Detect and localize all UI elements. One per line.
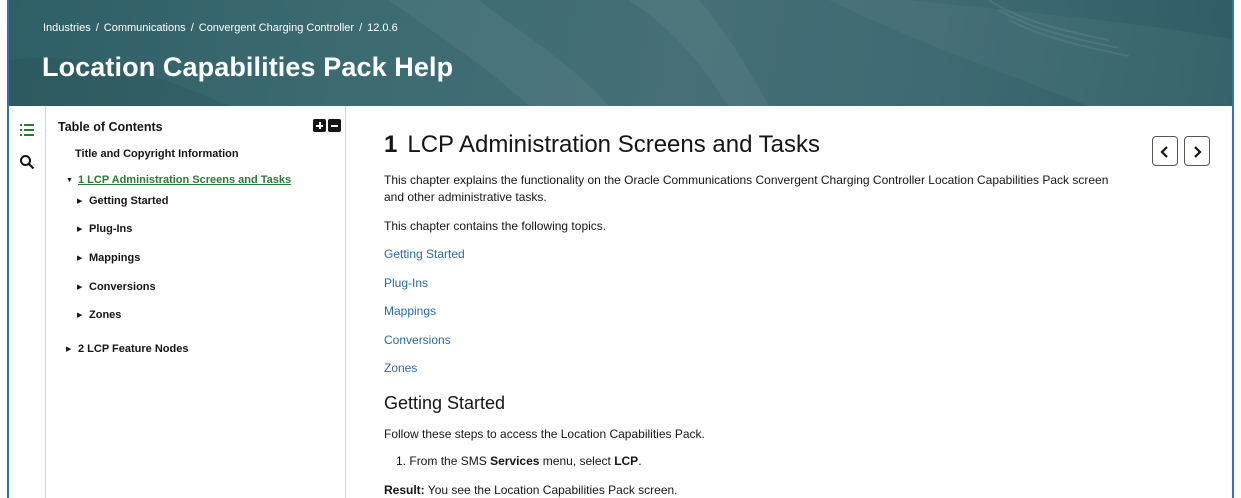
section-heading: Getting Started <box>384 393 506 413</box>
side-rail <box>9 106 46 498</box>
toc-item-label: 2 LCP Feature Nodes <box>78 343 189 355</box>
toc-tools <box>313 119 341 132</box>
toc-item-label: Zones <box>89 309 122 321</box>
topics-intro: This chapter contains the following topi… <box>384 219 607 233</box>
caret-down-icon[interactable]: ▼ <box>66 177 78 184</box>
caret-right-icon[interactable]: ▶ <box>77 311 89 319</box>
breadcrumb-version[interactable]: 12.0.6 <box>367 22 398 34</box>
breadcrumb: Industries / Communications / Convergent Cha… <box>43 22 398 34</box>
breadcrumb-convergent-charging-controller[interactable]: Convergent Charging Controller <box>199 22 354 34</box>
link-zones[interactable]: Zones <box>384 361 417 375</box>
step-text: menu, select <box>542 454 611 468</box>
next-page-button[interactable] <box>1184 136 1210 166</box>
link-conversions[interactable]: Conversions <box>384 333 451 347</box>
chevron-right-icon <box>1194 146 1202 158</box>
breadcrumb-separator: / <box>190 22 194 34</box>
collapse-all-icon[interactable] <box>328 119 341 132</box>
search-icon[interactable] <box>19 154 35 170</box>
step-option-name: LCP <box>614 454 639 468</box>
header-banner: Industries / Communications / Convergent Cha… <box>9 0 1232 106</box>
breadcrumb-separator: / <box>359 22 363 34</box>
result-description: You see the Location Capabilities Pack s… <box>427 483 678 497</box>
chapter-number: 1 <box>384 131 398 158</box>
toc-item-chapter-2[interactable]: ▶ 2 LCP Feature Nodes <box>66 343 188 355</box>
link-plug-ins[interactable]: Plug-Ins <box>384 276 428 290</box>
page-frame: Industries / Communications / Convergent Cha… <box>7 0 1234 498</box>
chapter-title-text: LCP Administration Screens and Tasks <box>407 131 821 158</box>
link-mappings[interactable]: Mappings <box>384 304 436 318</box>
previous-page-button[interactable] <box>1152 136 1178 166</box>
step-menu-name: Services <box>490 454 540 468</box>
result-text: Result: You see the Location Capabilitie… <box>384 482 1124 498</box>
toc-item-plug-ins[interactable]: ▶ Plug-Ins <box>77 223 132 235</box>
toc-item-label: 1 LCP Administration Screens and Tasks <box>78 174 292 186</box>
breadcrumb-industries[interactable]: Industries <box>43 22 91 34</box>
step-1: 1. From the SMS Services menu, select LC… <box>396 453 1136 470</box>
toc-item-zones[interactable]: ▶ Zones <box>77 309 121 321</box>
toc-item-label: Title and Copyright Information <box>75 148 239 160</box>
toc-item-conversions[interactable]: ▶ Conversions <box>77 281 156 293</box>
chapter-intro: This chapter explains the functionality … <box>384 173 1109 204</box>
step-text: From the SMS <box>409 454 487 468</box>
caret-right-icon[interactable]: ▶ <box>66 345 78 353</box>
result-label: Result: <box>384 483 425 497</box>
main-content: 1 LCP Administration Screens and Tasks Th… <box>359 106 1229 498</box>
toc-item-label: Plug-Ins <box>89 223 133 235</box>
breadcrumb-communications[interactable]: Communications <box>104 22 186 34</box>
list-icon[interactable] <box>19 122 35 138</box>
toc-item-title-copyright[interactable]: Title and Copyright Information <box>75 148 239 160</box>
section-intro: Follow these steps to access the Locatio… <box>384 427 705 441</box>
chevron-left-icon <box>1160 146 1168 158</box>
table-of-contents: Table of Contents Title and Copyright In… <box>46 106 346 498</box>
toc-item-label: Conversions <box>89 281 156 293</box>
page-title: Location Capabilities Pack Help <box>42 52 454 82</box>
toc-item-label: Mappings <box>89 252 141 264</box>
step-text: . <box>638 454 642 468</box>
breadcrumb-separator: / <box>95 22 99 34</box>
caret-right-icon[interactable]: ▶ <box>77 283 89 291</box>
toc-item-label: Getting Started <box>89 195 169 207</box>
caret-right-icon[interactable]: ▶ <box>77 197 89 205</box>
toc-item-getting-started[interactable]: ▶ Getting Started <box>77 195 168 207</box>
toc-item-chapter-1[interactable]: ▼ 1 LCP Administration Screens and Tasks <box>66 174 291 186</box>
expand-all-icon[interactable] <box>313 119 326 132</box>
caret-right-icon[interactable]: ▶ <box>77 254 89 262</box>
link-getting-started[interactable]: Getting Started <box>384 247 465 261</box>
chapter-title: 1 LCP Administration Screens and Tasks <box>384 131 820 159</box>
step-number: 1. <box>396 454 407 468</box>
caret-right-icon[interactable]: ▶ <box>77 225 89 233</box>
toc-item-mappings[interactable]: ▶ Mappings <box>77 252 140 264</box>
toc-heading: Table of Contents <box>58 120 163 134</box>
